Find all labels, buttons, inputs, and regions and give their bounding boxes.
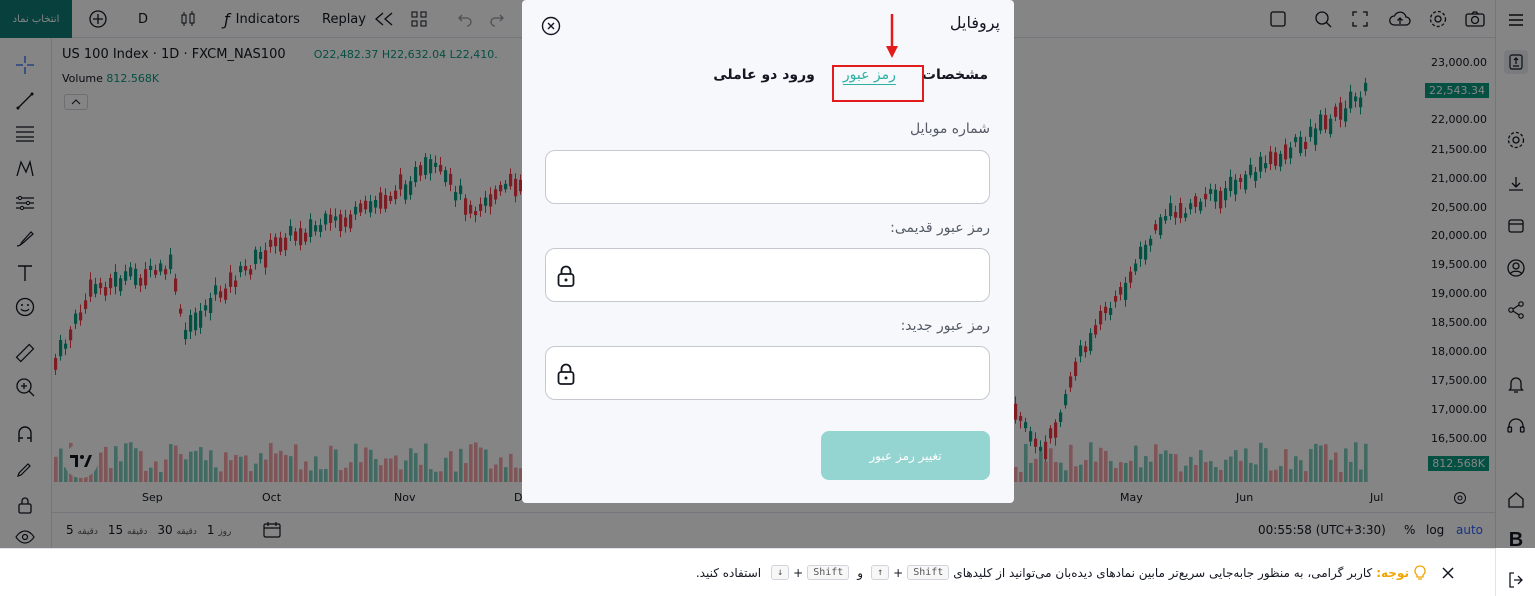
old-password-label: رمز عبور قدیمی:	[890, 220, 990, 236]
tab-profile-info[interactable]: مشخصات	[918, 67, 992, 83]
down-arrow-annotation	[886, 14, 898, 58]
notice-text-end: استفاده کنید.	[695, 565, 762, 580]
change-password-button[interactable]: تغییر رمز عبور	[821, 431, 990, 480]
close-modal-button[interactable]	[541, 16, 561, 36]
mobile-input[interactable]	[546, 151, 989, 203]
shift-key-2: Shift	[807, 565, 850, 580]
lock-icon	[557, 363, 575, 385]
logout-icon[interactable]	[1504, 568, 1528, 592]
mobile-label: شماره موبایل	[909, 121, 990, 137]
notice-text: کاربر گرامی، به منظور جابه‌جایی سریع‌تر …	[953, 565, 1373, 580]
profile-modal: پروفایل مشخصات رمز عبور ورود دو عاملی شم…	[522, 0, 1014, 503]
close-circle-icon	[541, 16, 561, 36]
highlight-box	[832, 65, 924, 102]
shift-key: Shift	[907, 565, 950, 580]
plus-sign-2: +	[793, 565, 804, 580]
new-password-label: رمز عبور جدید:	[900, 318, 990, 334]
and-word: و	[857, 565, 864, 580]
notice-bar: توجه: کاربر گرامی، به منظور جابه‌جایی سر…	[0, 548, 1495, 596]
arrow-up-key: ↑	[871, 565, 890, 580]
notice-prefix: توجه:	[1376, 565, 1409, 580]
lock-icon	[557, 265, 575, 287]
mobile-field[interactable]	[545, 150, 990, 204]
old-password-field[interactable]	[545, 248, 990, 302]
modal-title: پروفایل	[949, 13, 1000, 32]
tab-two-factor[interactable]: ورود دو عاملی	[709, 67, 819, 83]
lightbulb-icon	[1414, 564, 1426, 580]
new-password-field[interactable]	[545, 346, 990, 400]
close-notice-icon[interactable]	[1441, 566, 1455, 580]
plus-sign: +	[893, 565, 904, 580]
arrow-down-key: ↓	[771, 565, 790, 580]
